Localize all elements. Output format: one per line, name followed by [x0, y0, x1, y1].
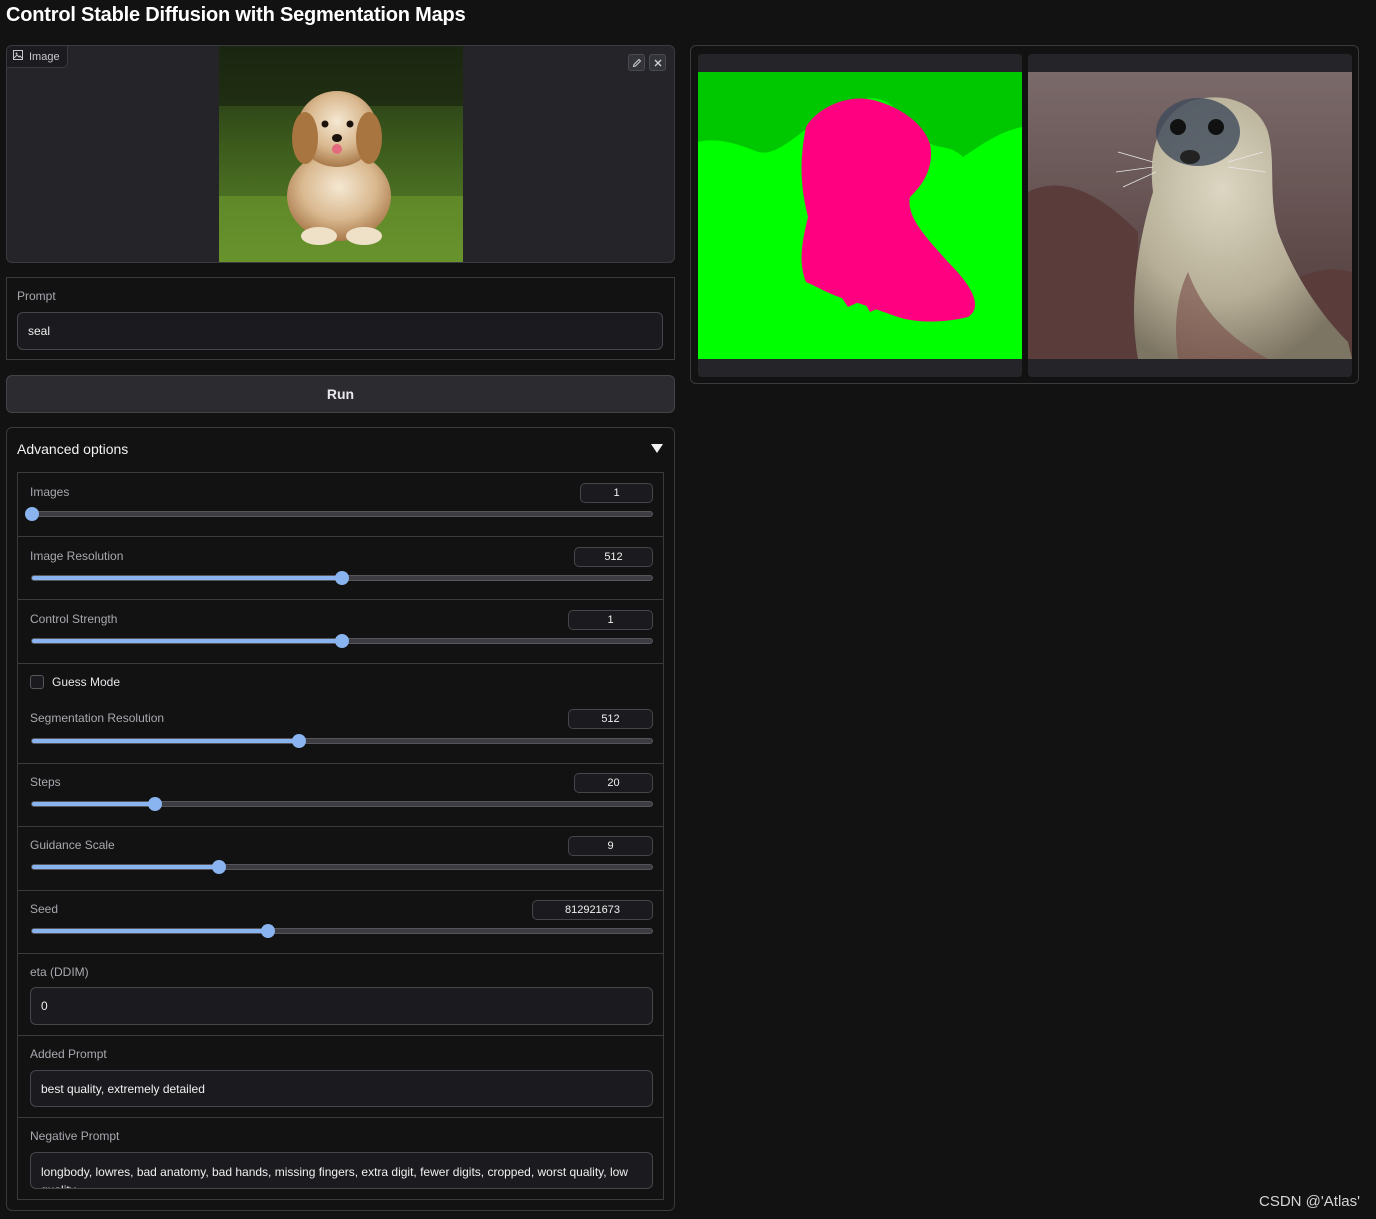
- eta-value: 0: [41, 999, 48, 1013]
- input-image-panel[interactable]: Image: [6, 45, 675, 263]
- seed-slider-thumb[interactable]: [260, 924, 275, 938]
- guess-mode-checkbox[interactable]: [30, 675, 44, 689]
- guidance-scale-slider-fill: [32, 865, 220, 869]
- negative-prompt-input[interactable]: longbody, lowres, bad anatomy, bad hands…: [30, 1152, 653, 1189]
- steps-number-input[interactable]: 20: [574, 773, 653, 793]
- images-number-input[interactable]: 1: [580, 483, 653, 503]
- image-label-chip: Image: [7, 46, 68, 68]
- watermark: CSDN @'Atlas': [1259, 1193, 1360, 1210]
- seed-number-input[interactable]: 812921673: [532, 900, 653, 920]
- guidance-scale-slider-row: Guidance Scale 9: [17, 827, 664, 891]
- eta-label: eta (DDIM): [30, 965, 89, 979]
- image-icon: [13, 50, 23, 63]
- image-resolution-slider-row: Image Resolution 512: [17, 537, 664, 600]
- segmentation-resolution-number-input[interactable]: 512: [568, 709, 653, 729]
- image-resolution-slider[interactable]: [31, 571, 653, 585]
- prompt-panel: Prompt seal: [6, 277, 675, 360]
- segmentation-resolution-slider-thumb[interactable]: [291, 734, 306, 748]
- image-label: Image: [29, 50, 60, 63]
- seal-result-image: [1028, 72, 1352, 359]
- seed-slider-fill: [32, 929, 268, 933]
- output-gallery: [690, 45, 1359, 384]
- added-prompt-row: Added Prompt best quality, extremely det…: [17, 1036, 664, 1118]
- control-strength-slider[interactable]: [31, 634, 653, 648]
- guidance-scale-number-input[interactable]: 9: [568, 836, 653, 856]
- prompt-label: Prompt: [17, 289, 56, 303]
- close-icon[interactable]: [649, 54, 666, 71]
- control-strength-slider-fill: [32, 639, 342, 643]
- added-prompt-label: Added Prompt: [30, 1047, 107, 1061]
- steps-slider-row: Steps 20: [17, 764, 664, 827]
- advanced-options-content: Images 1 Image Resolution 512 Control St…: [17, 472, 664, 1200]
- seed-label: Seed: [30, 902, 59, 916]
- gallery-item-seal[interactable]: [1028, 54, 1352, 377]
- control-strength-slider-thumb[interactable]: [335, 634, 349, 648]
- pencil-icon[interactable]: [628, 54, 645, 71]
- prompt-input[interactable]: seal: [17, 312, 663, 350]
- advanced-options-accordion: Advanced options Images 1 Image Resoluti…: [6, 427, 675, 1211]
- image-resolution-slider-fill: [32, 576, 342, 580]
- guess-mode-and-seg-res-row: Guess Mode Segmentation Resolution 512: [17, 664, 664, 764]
- steps-slider-thumb[interactable]: [147, 797, 162, 811]
- page-title: Control Stable Diffusion with Segmentati…: [6, 4, 466, 26]
- guess-mode-label[interactable]: Guess Mode: [52, 675, 120, 689]
- added-prompt-value: best quality, extremely detailed: [41, 1081, 205, 1096]
- seed-slider[interactable]: [31, 924, 653, 938]
- segmentation-resolution-label: Segmentation Resolution: [30, 711, 165, 725]
- advanced-options-header[interactable]: Advanced options: [17, 441, 128, 457]
- steps-slider[interactable]: [31, 797, 653, 811]
- guidance-scale-label: Guidance Scale: [30, 838, 115, 852]
- negative-prompt-label: Negative Prompt: [30, 1129, 120, 1143]
- run-button[interactable]: Run: [6, 375, 675, 413]
- images-slider-row: Images 1: [17, 473, 664, 537]
- control-strength-label: Control Strength: [30, 612, 118, 626]
- input-image-dog: [219, 46, 463, 262]
- images-label: Images: [30, 485, 70, 499]
- negative-prompt-value: longbody, lowres, bad anatomy, bad hands…: [41, 1165, 628, 1188]
- guidance-scale-slider[interactable]: [31, 860, 653, 874]
- added-prompt-input[interactable]: best quality, extremely detailed: [30, 1070, 653, 1107]
- image-resolution-slider-thumb[interactable]: [335, 571, 349, 585]
- guidance-scale-slider-thumb[interactable]: [212, 860, 227, 874]
- steps-label: Steps: [30, 775, 61, 789]
- segmentation-resolution-slider[interactable]: [31, 734, 653, 748]
- segmentation-resolution-slider-fill: [32, 739, 299, 743]
- eta-row: eta (DDIM) 0: [17, 954, 664, 1036]
- segmentation-map-image: [698, 72, 1022, 359]
- control-strength-number-input[interactable]: 1: [568, 610, 653, 630]
- triangle-down-icon[interactable]: [651, 444, 663, 453]
- images-slider[interactable]: [25, 507, 653, 521]
- gallery-item-segmentation[interactable]: [698, 54, 1022, 377]
- images-slider-thumb[interactable]: [25, 507, 39, 521]
- control-strength-slider-row: Control Strength 1: [17, 600, 664, 664]
- image-resolution-label: Image Resolution: [30, 549, 124, 563]
- image-resolution-number-input[interactable]: 512: [574, 547, 653, 567]
- prompt-value: seal: [28, 324, 51, 338]
- negative-prompt-row: Negative Prompt longbody, lowres, bad an…: [17, 1118, 664, 1200]
- eta-input[interactable]: 0: [30, 987, 653, 1025]
- steps-slider-fill: [32, 802, 155, 806]
- seed-slider-row: Seed 812921673: [17, 891, 664, 954]
